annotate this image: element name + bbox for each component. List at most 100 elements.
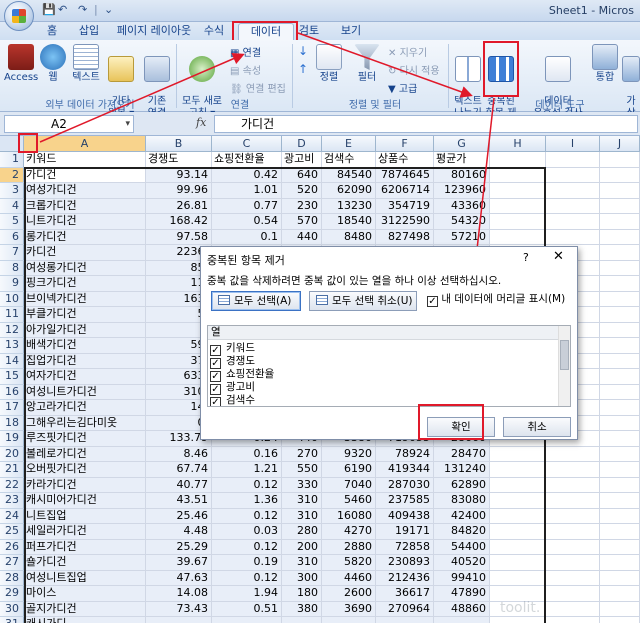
name-box[interactable]: A2 ▾	[4, 115, 134, 133]
empty-cell[interactable]	[600, 400, 640, 416]
row-header[interactable]: 7	[0, 245, 24, 261]
tab-home[interactable]: 홈	[40, 23, 64, 40]
sort-descending-icon[interactable]: ↑	[298, 62, 308, 76]
empty-cell[interactable]	[600, 307, 640, 323]
empty-cell[interactable]	[600, 601, 640, 617]
empty-cell[interactable]	[546, 601, 600, 617]
empty-cell[interactable]	[546, 570, 600, 586]
empty-cell[interactable]	[600, 617, 640, 623]
column-header[interactable]: E	[322, 136, 376, 152]
scrollbar-thumb[interactable]	[560, 340, 569, 370]
column-header[interactable]: B	[146, 136, 212, 152]
cancel-button[interactable]: 취소	[503, 417, 571, 437]
row-header[interactable]: 4	[0, 198, 24, 214]
row-header[interactable]: 8	[0, 260, 24, 276]
empty-cell[interactable]	[600, 384, 640, 400]
row-header[interactable]: 27	[0, 555, 24, 571]
header-cell[interactable]: 쇼핑전환율	[212, 152, 282, 168]
filter-button[interactable]: 필터	[354, 44, 380, 84]
empty-cell[interactable]	[546, 229, 600, 245]
checkbox[interactable]: ✓	[210, 397, 221, 406]
name-box-dropdown-icon[interactable]: ▾	[125, 116, 130, 132]
column-header[interactable]: A	[24, 136, 146, 152]
tab-review[interactable]: 검토	[294, 23, 324, 40]
empty-cell[interactable]	[600, 276, 640, 292]
access-button[interactable]: Access	[4, 44, 38, 84]
empty-cell[interactable]	[546, 493, 600, 509]
row-header[interactable]: 12	[0, 322, 24, 338]
empty-cell[interactable]	[546, 555, 600, 571]
header-cell[interactable]: 상품수	[376, 152, 434, 168]
empty-cell[interactable]	[600, 493, 640, 509]
row-header[interactable]: 5	[0, 214, 24, 230]
column-header[interactable]: F	[376, 136, 434, 152]
empty-cell[interactable]	[600, 555, 640, 571]
list-item[interactable]: ✓ 광고비	[210, 381, 255, 395]
empty-cell[interactable]	[546, 524, 600, 540]
row-header[interactable]: 29	[0, 586, 24, 602]
empty-cell[interactable]	[600, 198, 640, 214]
tab-page-layout[interactable]: 페이지 레이아웃	[114, 23, 194, 40]
properties-button[interactable]: ▤ 속성	[230, 62, 261, 77]
empty-cell[interactable]	[546, 214, 600, 230]
row-header[interactable]: 19	[0, 431, 24, 447]
tab-insert[interactable]: 삽입	[72, 23, 106, 40]
column-header[interactable]: D	[282, 136, 322, 152]
row-header[interactable]: 21	[0, 462, 24, 478]
list-item[interactable]: ✓ 검색수	[210, 394, 255, 406]
empty-cell[interactable]	[546, 198, 600, 214]
reapply-button[interactable]: ↻ 다시 적용	[388, 62, 440, 77]
empty-cell[interactable]	[600, 446, 640, 462]
undo-icon[interactable]: ↶	[58, 3, 67, 16]
empty-cell[interactable]	[546, 586, 600, 602]
empty-cell[interactable]	[600, 586, 640, 602]
edit-links-button[interactable]: ⛓ 연결 편집	[230, 80, 286, 95]
tab-formulas[interactable]: 수식	[200, 23, 228, 40]
empty-cell[interactable]	[546, 477, 600, 493]
clear-filter-button[interactable]: ✕ 지우기	[388, 44, 427, 59]
row-header[interactable]: 30	[0, 601, 24, 617]
list-item[interactable]: ✓ 키워드	[210, 342, 255, 356]
sort-button[interactable]: 정렬	[316, 44, 342, 84]
row-header[interactable]: 10	[0, 291, 24, 307]
empty-cell[interactable]	[546, 462, 600, 478]
list-item[interactable]: ✓ 경쟁도	[210, 355, 255, 369]
empty-cell[interactable]	[546, 152, 600, 168]
header-cell[interactable]: 광고비	[282, 152, 322, 168]
empty-cell[interactable]	[600, 338, 640, 354]
row-header[interactable]: 25	[0, 524, 24, 540]
empty-cell[interactable]	[600, 431, 640, 447]
empty-cell[interactable]	[600, 167, 640, 183]
row-header[interactable]: 16	[0, 384, 24, 400]
empty-cell[interactable]	[490, 152, 546, 168]
quick-access-more-icon[interactable]: ⌄	[104, 3, 113, 16]
empty-cell[interactable]	[546, 508, 600, 524]
office-button[interactable]	[4, 1, 34, 31]
header-cell[interactable]: 키워드	[24, 152, 146, 168]
row-header[interactable]: 1	[0, 152, 24, 168]
advanced-filter-button[interactable]: ▼ 고급	[388, 80, 417, 95]
column-header[interactable]: I	[546, 136, 600, 152]
row-header[interactable]: 3	[0, 183, 24, 199]
row-header[interactable]: 9	[0, 276, 24, 292]
consolidate-button[interactable]: 통합	[592, 44, 618, 84]
save-icon[interactable]: 💾	[42, 3, 56, 16]
empty-cell[interactable]	[600, 524, 640, 540]
row-header[interactable]: 11	[0, 307, 24, 323]
row-header[interactable]: 14	[0, 353, 24, 369]
select-all-button[interactable]: 모두 선택(A)	[211, 291, 301, 311]
header-cell[interactable]: 평균가	[434, 152, 490, 168]
column-header[interactable]: G	[434, 136, 490, 152]
column-header[interactable]: H	[490, 136, 546, 152]
row-header[interactable]: 6	[0, 229, 24, 245]
empty-cell[interactable]	[600, 214, 640, 230]
empty-cell[interactable]	[600, 229, 640, 245]
column-header[interactable]: C	[212, 136, 282, 152]
empty-cell[interactable]	[600, 508, 640, 524]
empty-cell[interactable]	[600, 152, 640, 168]
empty-cell[interactable]	[600, 415, 640, 431]
row-header[interactable]: 24	[0, 508, 24, 524]
row-header[interactable]: 13	[0, 338, 24, 354]
empty-cell[interactable]	[600, 570, 640, 586]
close-icon[interactable]: ✕	[553, 249, 564, 264]
